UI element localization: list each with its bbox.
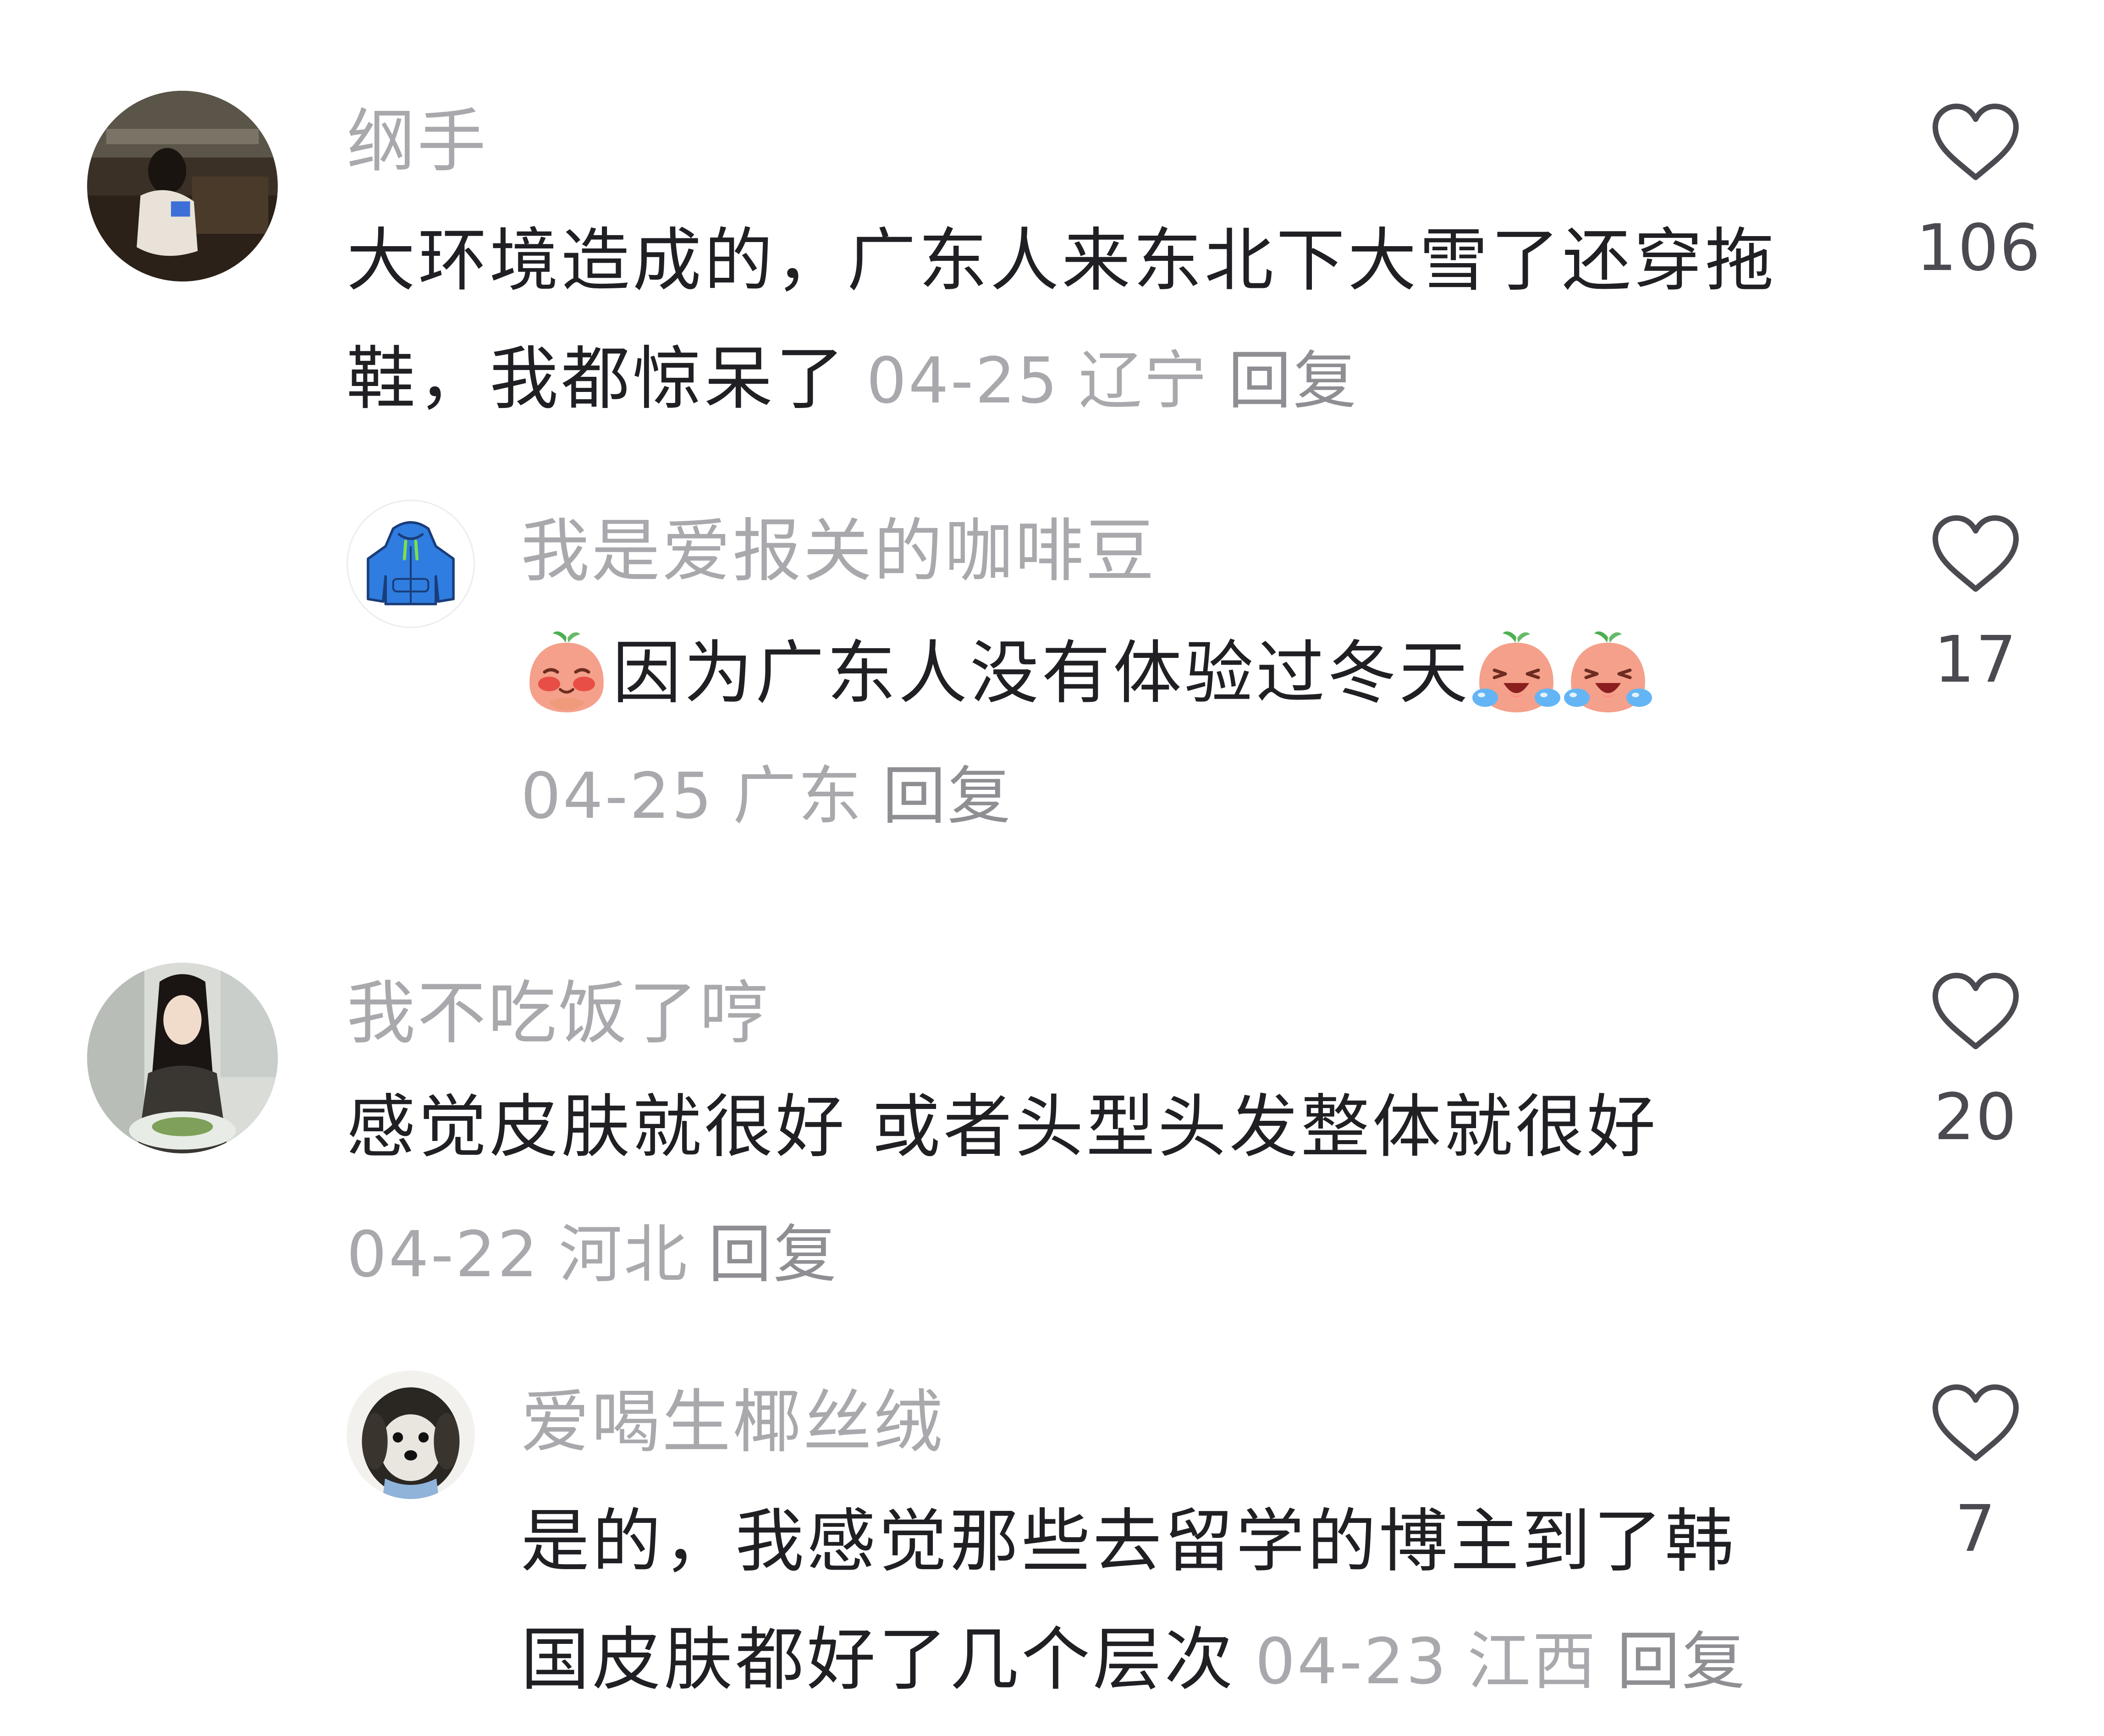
comment-meta: 04-22 河北 回复 <box>347 1223 838 1286</box>
comment-date: 04-25 <box>866 344 1060 418</box>
heart-icon[interactable] <box>1930 971 2021 1053</box>
comment-text-block: 感觉皮肤就很好 或者头型头发整体就很好 <box>347 1068 1859 1186</box>
comment-text-block: 大环境造成的，广东人来东北下大雪了还穿拖鞋，我都惊呆了 04-25 辽宁 回复 <box>347 202 1813 440</box>
comment-text-block: 是的，我感觉那些去留学的博主到了韩国皮肤都好了几个层次 04-23 江西 回复 <box>521 1482 1804 1721</box>
heart-icon[interactable] <box>1930 1383 2021 1465</box>
blue-hoodie-icon <box>348 501 474 627</box>
like-control: 106 <box>1916 102 2042 286</box>
comment-text: 因为广东人没有体验过冬天 <box>612 634 1471 713</box>
like-count: 106 <box>1916 211 2042 286</box>
photo-woman-dining-icon <box>87 963 278 1153</box>
comment-location: 辽宁 <box>1079 344 1209 418</box>
reply-button[interactable]: 回复 <box>882 759 1013 833</box>
user-avatar[interactable] <box>87 963 278 1153</box>
reply-button[interactable]: 回复 <box>708 1218 838 1291</box>
comment-location: 江西 <box>1467 1625 1598 1698</box>
like-control: 7 <box>1916 1383 2035 1561</box>
shy-peach-emoji <box>521 624 612 716</box>
like-control: 20 <box>1916 971 2035 1150</box>
user-avatar[interactable] <box>347 1371 475 1499</box>
user-avatar[interactable] <box>87 91 278 281</box>
like-count: 17 <box>1933 623 2018 697</box>
comment-text: 感觉皮肤就很好 或者头型头发整体就很好 <box>347 1087 1658 1167</box>
comment-location: 广东 <box>733 759 864 833</box>
photo-woman-sitting-icon <box>87 91 278 281</box>
like-count: 20 <box>1933 1080 2018 1155</box>
like-control: 17 <box>1916 513 2035 692</box>
comment-meta: 04-25 广东 回复 <box>521 765 1013 828</box>
photo-dog-icon <box>347 1371 475 1499</box>
comment-location: 河北 <box>559 1218 689 1291</box>
username[interactable]: 我是爱报关的咖啡豆 <box>521 517 1156 586</box>
username[interactable]: 爱喝生椰丝绒 <box>521 1388 944 1457</box>
comment-date: 04-25 <box>521 759 714 833</box>
user-avatar[interactable] <box>347 500 475 628</box>
heart-icon[interactable] <box>1930 102 2021 184</box>
comment-meta: 04-25 辽宁 回复 <box>847 344 1358 418</box>
username[interactable]: 纲手 <box>347 107 488 176</box>
like-count: 7 <box>1955 1492 1997 1566</box>
reply-button[interactable]: 回复 <box>1617 1625 1747 1698</box>
crying-laugh-peach-emoji <box>1471 624 1562 716</box>
comment-date: 04-22 <box>347 1218 540 1291</box>
comment-date: 04-23 <box>1255 1625 1449 1698</box>
crying-laugh-peach-emoji <box>1562 624 1654 716</box>
comment-meta: 04-23 江西 回复 <box>1236 1625 1747 1698</box>
heart-icon[interactable] <box>1930 513 2021 596</box>
reply-button[interactable]: 回复 <box>1228 344 1358 418</box>
username[interactable]: 我不吃饭了哼 <box>347 979 770 1048</box>
comment-text-block: 因为广东人没有体验过冬天 <box>521 614 1850 733</box>
